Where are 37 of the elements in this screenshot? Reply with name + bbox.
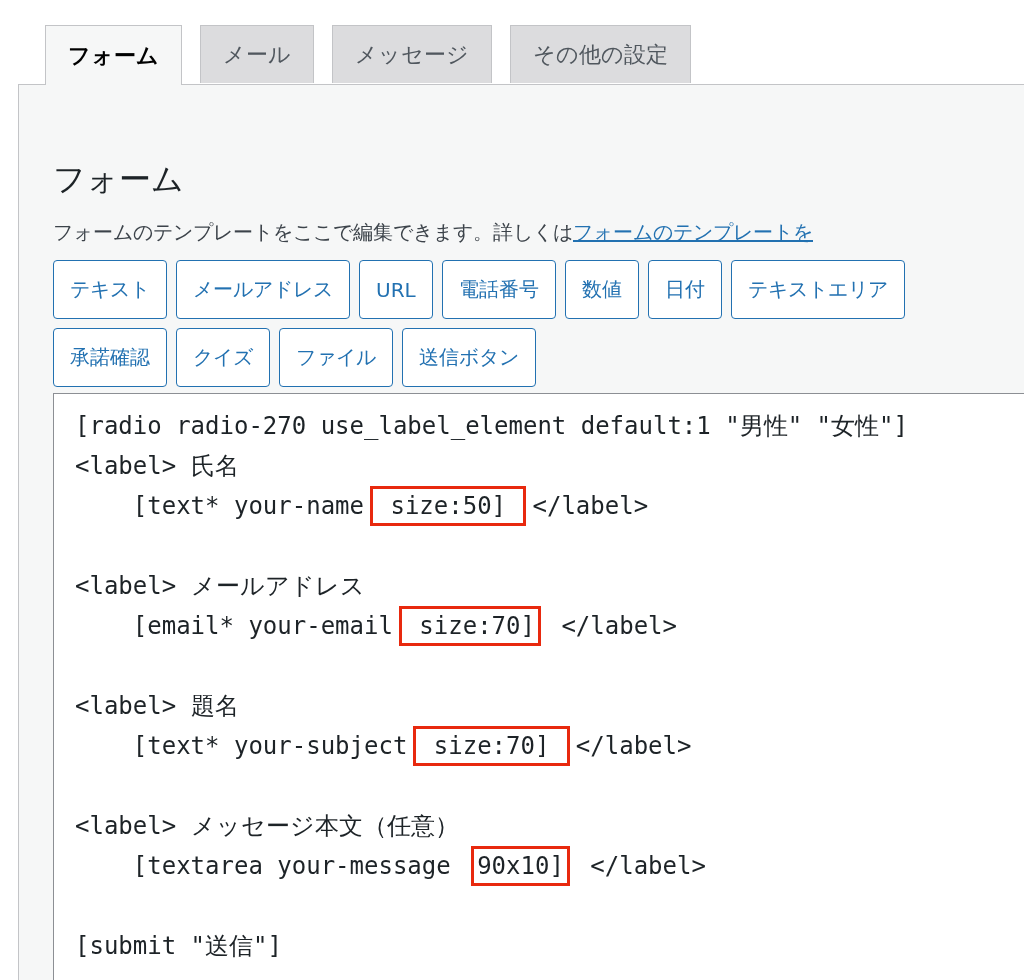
code-text: <label> 題名 <box>74 691 240 722</box>
code-text: [radio radio-270 use_label_element default:1 "男性" "女性"] <box>74 411 909 442</box>
highlighted-code: size:70] <box>413 726 570 766</box>
tag-button[interactable]: テキストエリア <box>730 260 905 319</box>
highlighted-code: size:50] <box>370 486 527 526</box>
tab[interactable]: メッセージ <box>332 25 492 83</box>
code-text: [textarea your-message <box>131 851 452 882</box>
tag-button[interactable]: 日付 <box>647 260 722 319</box>
code-text: </label> <box>589 851 707 882</box>
highlighted-code: size:70] <box>398 606 541 646</box>
tag-button[interactable]: テキスト <box>53 260 167 319</box>
code-text: </label> <box>574 731 693 762</box>
tag-button[interactable]: 数値 <box>564 260 639 319</box>
tag-button[interactable]: クイズ <box>176 328 270 387</box>
code-text: [text* your-subject <box>131 731 409 762</box>
section-heading: フォーム <box>53 159 185 199</box>
template-editor[interactable] <box>53 393 1024 980</box>
code-text: <label> メールアドレス <box>74 571 366 602</box>
code-text: [email* your-email <box>131 611 394 642</box>
code-text: </label> <box>531 491 650 522</box>
tag-button[interactable]: 承諾確認 <box>53 328 167 387</box>
code-text: <label> 氏名 <box>74 451 240 482</box>
code-text: <label> メッセージ本文（任意） <box>74 811 460 842</box>
tab[interactable]: その他の設定 <box>510 25 691 83</box>
tag-button[interactable]: 送信ボタン <box>402 328 536 387</box>
tag-button[interactable]: URL <box>359 260 433 319</box>
tab[interactable]: フォーム <box>45 25 182 85</box>
code-text: </label> <box>560 611 678 642</box>
code-text: [text* your-name <box>131 491 365 522</box>
tag-button[interactable]: ファイル <box>279 328 393 387</box>
tag-button[interactable]: 電話番号 <box>441 260 556 319</box>
tab[interactable]: メール <box>200 25 314 83</box>
tag-button[interactable]: メールアドレス <box>176 260 350 319</box>
help-link[interactable]: フォームのテンプレートを <box>573 220 813 244</box>
description-text: フォームのテンプレートをここで編集できます。詳しくはフォームのテンプレートを <box>53 219 814 246</box>
highlighted-code: 90x10] <box>471 846 570 886</box>
code-text: [submit "送信"] <box>74 931 283 962</box>
